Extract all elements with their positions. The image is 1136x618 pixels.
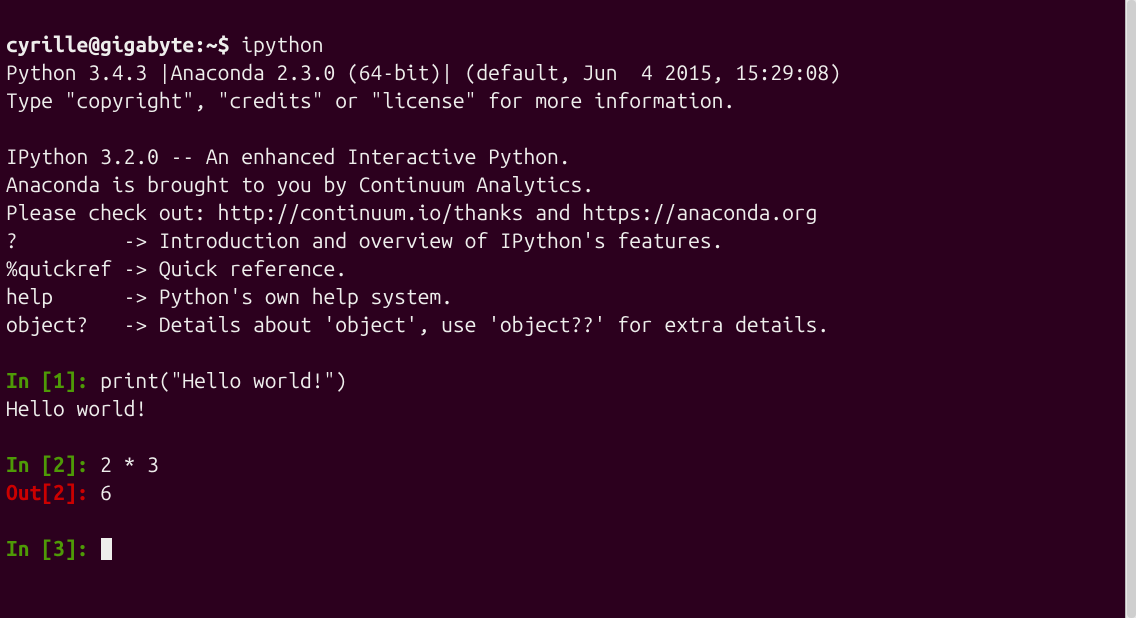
scrollbar[interactable] xyxy=(1125,0,1136,618)
banner-line: Anaconda is brought to you by Continuum … xyxy=(6,172,594,196)
stdout-1: Hello world! xyxy=(6,396,147,420)
banner-line: Please check out: http://continuum.io/th… xyxy=(6,200,817,224)
terminal-content[interactable]: cyrille@gigabyte:~$ ipython Python 3.4.3… xyxy=(0,0,1136,564)
banner-line: ? -> Introduction and overview of IPytho… xyxy=(6,228,723,252)
in-prompt-2: In [2]: xyxy=(6,452,100,476)
banner-line: help -> Python's own help system. xyxy=(6,284,453,308)
in-prompt-1: In [1]: xyxy=(6,368,100,392)
in-prompt-3: In [3]: xyxy=(6,536,100,560)
banner-line: Python 3.4.3 |Anaconda 2.3.0 (64-bit)| (… xyxy=(6,60,841,84)
banner-line: IPython 3.2.0 -- An enhanced Interactive… xyxy=(6,144,570,168)
shell-prompt: cyrille@gigabyte:~$ xyxy=(6,32,229,56)
banner-line: object? -> Details about 'object', use '… xyxy=(6,312,829,336)
in-code-2: 2 * 3 xyxy=(100,452,159,476)
cursor[interactable] xyxy=(101,538,112,560)
banner-line: Type "copyright", "credits" or "license"… xyxy=(6,88,735,112)
banner-line: %quickref -> Quick reference. xyxy=(6,256,347,280)
scrollbar-thumb[interactable] xyxy=(1127,0,1136,618)
in-code-1: print("Hello world!") xyxy=(100,368,347,392)
shell-command: ipython xyxy=(241,32,323,56)
out-value-2: 6 xyxy=(100,480,112,504)
out-prompt-2: Out[2]: xyxy=(6,480,100,504)
